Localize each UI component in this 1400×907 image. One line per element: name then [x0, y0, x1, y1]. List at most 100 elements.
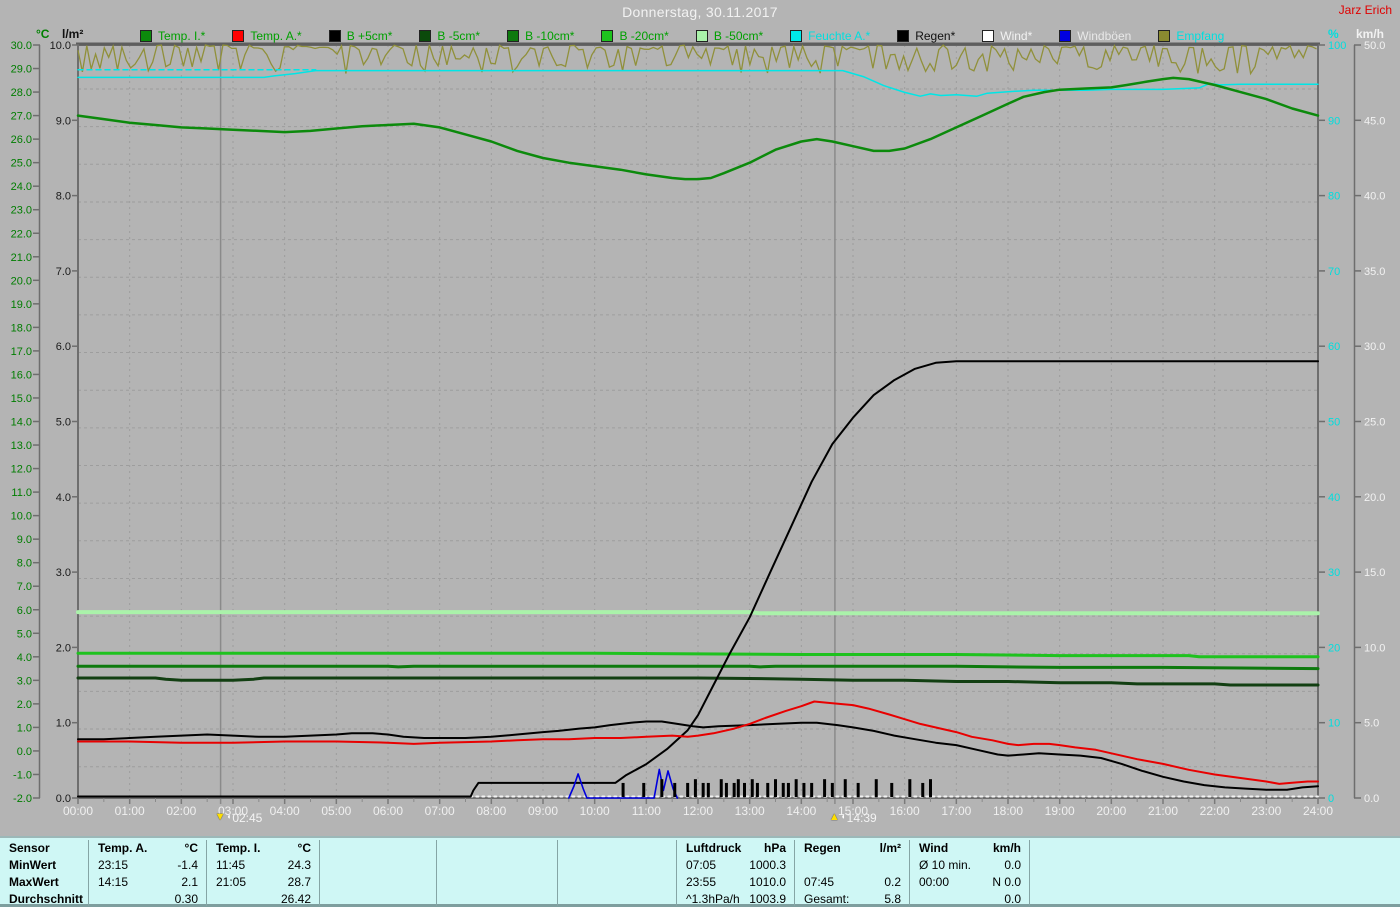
temp-axis-label: 11.0: [11, 487, 32, 499]
table-row: 07:05 1000.3: [677, 857, 794, 874]
table-row: 14:15 2.1: [89, 874, 206, 891]
time-label: 20:00: [1096, 804, 1126, 818]
kmh-axis-label: 20.0: [1364, 492, 1385, 504]
cell-time: Ø 10 min.: [919, 858, 972, 872]
pct-axis-label: 90: [1328, 115, 1340, 127]
temp-axis-label: 25.0: [11, 158, 32, 170]
kmh-axis-label: 0.0: [1364, 793, 1379, 805]
kmh-axis-label: 40.0: [1364, 191, 1385, 203]
series-b+5cm-line: [77, 720, 1319, 791]
marker-time-label: 14:39: [846, 811, 877, 825]
cell-time: 07:05: [686, 858, 717, 872]
weather-app-screen: Donnerstag, 30.11.2017 Jarz Erich °C l/m…: [0, 0, 1400, 907]
cell-value: 0.2: [884, 875, 901, 889]
table-row: [1030, 840, 1400, 857]
column-header: Temp. A.: [98, 841, 148, 855]
cell-value: 26.42: [280, 892, 311, 906]
pct-axis-label: 50: [1328, 417, 1340, 429]
temp-axis-label: 18.0: [11, 322, 32, 334]
table-row: [437, 891, 557, 907]
time-label: 16:00: [890, 804, 920, 818]
rain-axis-label: 8.0: [56, 191, 71, 203]
kmh-axis-label: 45.0: [1364, 115, 1385, 127]
table-row: Ø 10 min. 0.0: [910, 857, 1029, 874]
kmh-axis-label: 25.0: [1364, 417, 1385, 429]
table-row: [320, 840, 436, 857]
table-row: 0.30: [89, 891, 206, 907]
temp-axis-label: 23.0: [11, 205, 32, 217]
cell-time: 00:00: [919, 875, 950, 889]
time-label: 02:00: [166, 804, 196, 818]
temp-axis-label: 7.0: [17, 581, 32, 593]
table-column-regen: Regen l/m² 07:45 0.2 Gesamt: 5.8: [795, 840, 910, 906]
table-column-empty-4: [558, 840, 677, 906]
kmh-axis-label: 15.0: [1364, 567, 1385, 579]
table-row: Sensor: [0, 840, 88, 857]
time-label: 22:00: [1200, 804, 1230, 818]
table-row: 07:45 0.2: [795, 874, 909, 891]
pct-axis-label: 30: [1328, 567, 1340, 579]
temp-axis-label: 29.0: [11, 64, 32, 76]
kmh-axis-label: 5.0: [1364, 718, 1379, 730]
time-label: 07:00: [425, 804, 455, 818]
column-header: Regen: [804, 841, 841, 855]
pct-axis-label: 40: [1328, 492, 1340, 504]
time-label: 13:00: [735, 804, 765, 818]
table-row: 00:00 N 0.0: [910, 874, 1029, 891]
time-label: 14:00: [786, 804, 816, 818]
time-label: 19:00: [1045, 804, 1075, 818]
table-row: 23:55 1010.0: [677, 874, 794, 891]
column-unit: hPa: [763, 841, 786, 855]
rain-axis-label: 2.0: [56, 642, 71, 654]
temp-axis-label: 9.0: [17, 534, 32, 546]
time-label: 06:00: [373, 804, 403, 818]
time-label: 11:00: [632, 804, 661, 818]
pct-axis-label: 80: [1328, 191, 1340, 203]
time-label: 01:00: [115, 804, 145, 818]
table-column-empty-2: [320, 840, 437, 906]
cell-value: -1.4: [177, 858, 198, 872]
cell-value: N 0.0: [992, 875, 1021, 889]
table-row: [320, 857, 436, 874]
table-row: [558, 874, 676, 891]
temp-axis-label: 22.0: [11, 228, 32, 240]
cell-time: 14:15: [98, 875, 129, 889]
cell-value: 0.0: [1004, 892, 1021, 906]
temp-axis-label: 26.0: [11, 134, 32, 146]
table-row: 26.42: [207, 891, 319, 907]
time-label: 24:00: [1303, 804, 1333, 818]
time-marker-1439: ▲ ◖ 14:39: [829, 811, 877, 825]
pct-axis-label: 70: [1328, 266, 1340, 278]
time-label: 21:00: [1148, 804, 1178, 818]
table-column-empty-3: [437, 840, 558, 906]
table-row: [795, 857, 909, 874]
table-row: Regen l/m²: [795, 840, 909, 857]
table-column-empty-8: [1030, 840, 1400, 906]
rain-axis-label: 5.0: [56, 417, 71, 429]
table-row: Luftdruck hPa: [677, 840, 794, 857]
row-label: Durchschnitt: [9, 892, 84, 906]
temp-axis-label: -1.0: [13, 769, 32, 781]
rain-axis-label: 10.0: [50, 40, 71, 52]
cell-time: 07:45: [804, 875, 835, 889]
column-unit: °C: [184, 841, 198, 855]
rain-axis-label: 7.0: [56, 266, 71, 278]
cell-value: 28.7: [287, 875, 311, 889]
temp-axis-label: 21.0: [11, 252, 32, 264]
series-b-50cm-line: [76, 610, 1320, 616]
temp-axis-label: 16.0: [11, 369, 32, 381]
cell-value: 0.0: [1004, 858, 1021, 872]
table-row: MaxWert: [0, 874, 88, 891]
temp-axis-label: 12.0: [11, 464, 32, 476]
temp-axis-label: 0.0: [17, 746, 32, 758]
table-row: 23:15 -1.4: [89, 857, 206, 874]
column-unit: °C: [297, 841, 311, 855]
time-label: 05:00: [321, 804, 351, 818]
cell-time: 11:45: [216, 858, 246, 872]
kmh-axis-label: 50.0: [1364, 40, 1385, 52]
temp-axis-label: 20.0: [11, 275, 32, 287]
temp-axis-label: 19.0: [11, 299, 32, 311]
temp-axis-label: 14.0: [11, 417, 32, 429]
temp-axis-label: 28.0: [11, 87, 32, 99]
rain-axis-label: 6.0: [56, 341, 71, 353]
